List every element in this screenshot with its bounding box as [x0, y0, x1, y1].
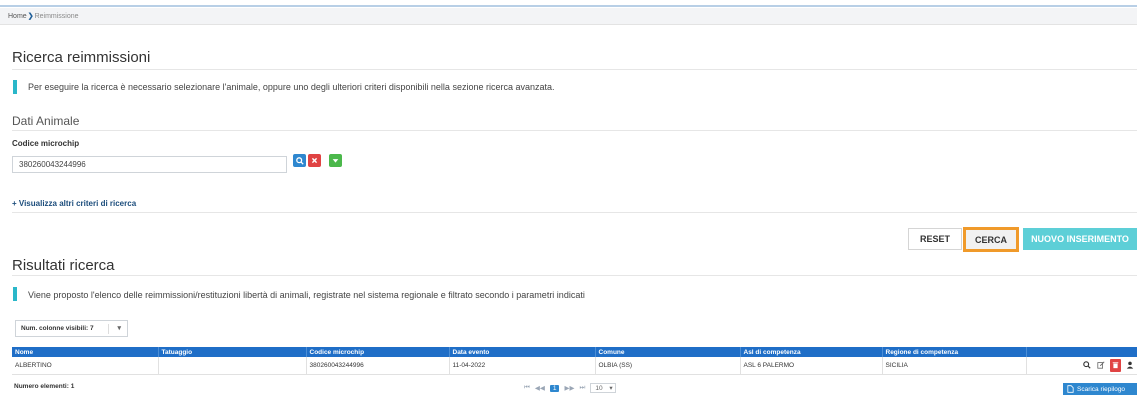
microchip-input[interactable]: 380260043244996: [12, 156, 287, 173]
select-divider: [108, 324, 109, 334]
columns-select[interactable]: Num. colonne visibili: 7 ▾: [15, 320, 128, 337]
last-page-icon[interactable]: ⏭: [579, 384, 585, 392]
prev-page-icon[interactable]: ◀◀: [535, 384, 545, 392]
section-divider: [12, 130, 1137, 131]
info-bar: [13, 80, 17, 94]
animal-section-title: Dati Animale: [12, 114, 80, 128]
breadcrumb-current: Reimmissione: [34, 13, 79, 20]
breadcrumb: Home❯Reimmissione: [0, 8, 1137, 25]
microchip-label: Codice microchip: [12, 139, 80, 148]
col-tatuaggio[interactable]: Tatuaggio: [158, 347, 307, 357]
table-row[interactable]: ALBERTINO 380260043244996 11-04-2022 OLB…: [12, 357, 1137, 375]
top-accent-line: [0, 5, 1137, 7]
advanced-search-link[interactable]: + Visualizza altri criteri di ricerca: [12, 199, 136, 208]
col-data-evento[interactable]: Data evento: [449, 347, 596, 357]
cell-microchip: 380260043244996: [306, 357, 450, 375]
clear-microchip-button[interactable]: [308, 154, 321, 167]
cell-nome: ALBERTINO: [12, 357, 159, 375]
col-codice-microchip[interactable]: Codice microchip: [306, 347, 450, 357]
search-icon[interactable]: [1082, 360, 1092, 370]
col-regione[interactable]: Regione di competenza: [882, 347, 1027, 357]
page-size-select[interactable]: 10 ▾: [590, 383, 616, 393]
results-title: Risultati ricerca: [12, 257, 115, 274]
cell-regione: SICILIA: [882, 357, 1027, 375]
cell-comune: OLBIA (SS): [595, 357, 741, 375]
records-count: Numero elementi: 1: [14, 383, 75, 390]
file-icon: [1067, 385, 1074, 393]
first-page-icon[interactable]: ⏮: [524, 384, 530, 392]
results-table: Nome Tatuaggio Codice microchip Data eve…: [12, 347, 1137, 375]
chevron-down-icon: ▾: [609, 385, 613, 392]
cell-tatuaggio: [158, 357, 307, 375]
search-microchip-button[interactable]: [293, 154, 306, 167]
col-comune[interactable]: Comune: [595, 347, 741, 357]
chevron-down-icon: [332, 159, 339, 163]
user-icon[interactable]: [1125, 360, 1135, 370]
breadcrumb-home[interactable]: Home: [8, 13, 27, 20]
next-page-icon[interactable]: ▶▶: [564, 384, 574, 392]
page-title: Ricerca reimmissioni: [12, 49, 151, 66]
results-divider: [12, 275, 1137, 276]
download-label: Scarica riepilogo: [1077, 385, 1126, 393]
edit-icon[interactable]: [1096, 360, 1106, 370]
page-size-value: 10: [595, 385, 603, 392]
more-options-button[interactable]: [329, 154, 342, 167]
chevron-down-icon: ▾: [117, 325, 121, 332]
reset-button[interactable]: RESET: [908, 228, 962, 250]
breadcrumb-separator: ❯: [27, 13, 34, 20]
table-header-row: Nome Tatuaggio Codice microchip Data eve…: [12, 347, 1137, 357]
search-icon: [295, 156, 304, 165]
title-divider: [12, 69, 1137, 70]
pagination: ⏮ ◀◀ 1 ▶▶ ⏭ 10 ▾: [524, 383, 616, 393]
col-actions: [1026, 347, 1137, 357]
col-asl[interactable]: Asl di competenza: [740, 347, 883, 357]
close-icon: [311, 157, 318, 164]
search-info-text: Per eseguire la ricerca è necessario sel…: [28, 82, 555, 92]
results-info-bar: [13, 287, 17, 301]
cell-asl: ASL 6 PALERMO: [740, 357, 883, 375]
col-nome[interactable]: Nome: [12, 347, 159, 357]
trash-icon[interactable]: [1109, 358, 1121, 372]
cerca-button[interactable]: CERCA: [963, 227, 1019, 252]
results-info-text: Viene proposto l'elenco delle reimmissio…: [28, 290, 585, 300]
cell-actions: [1026, 357, 1137, 375]
cell-data-evento: 11-04-2022: [449, 357, 596, 375]
nuovo-inserimento-button[interactable]: NUOVO INSERIMENTO: [1023, 228, 1137, 250]
columns-select-label: Num. colonne visibili: 7: [21, 325, 94, 332]
current-page[interactable]: 1: [549, 384, 560, 392]
download-summary-button[interactable]: Scarica riepilogo: [1063, 383, 1137, 395]
advanced-divider: [12, 212, 1137, 213]
